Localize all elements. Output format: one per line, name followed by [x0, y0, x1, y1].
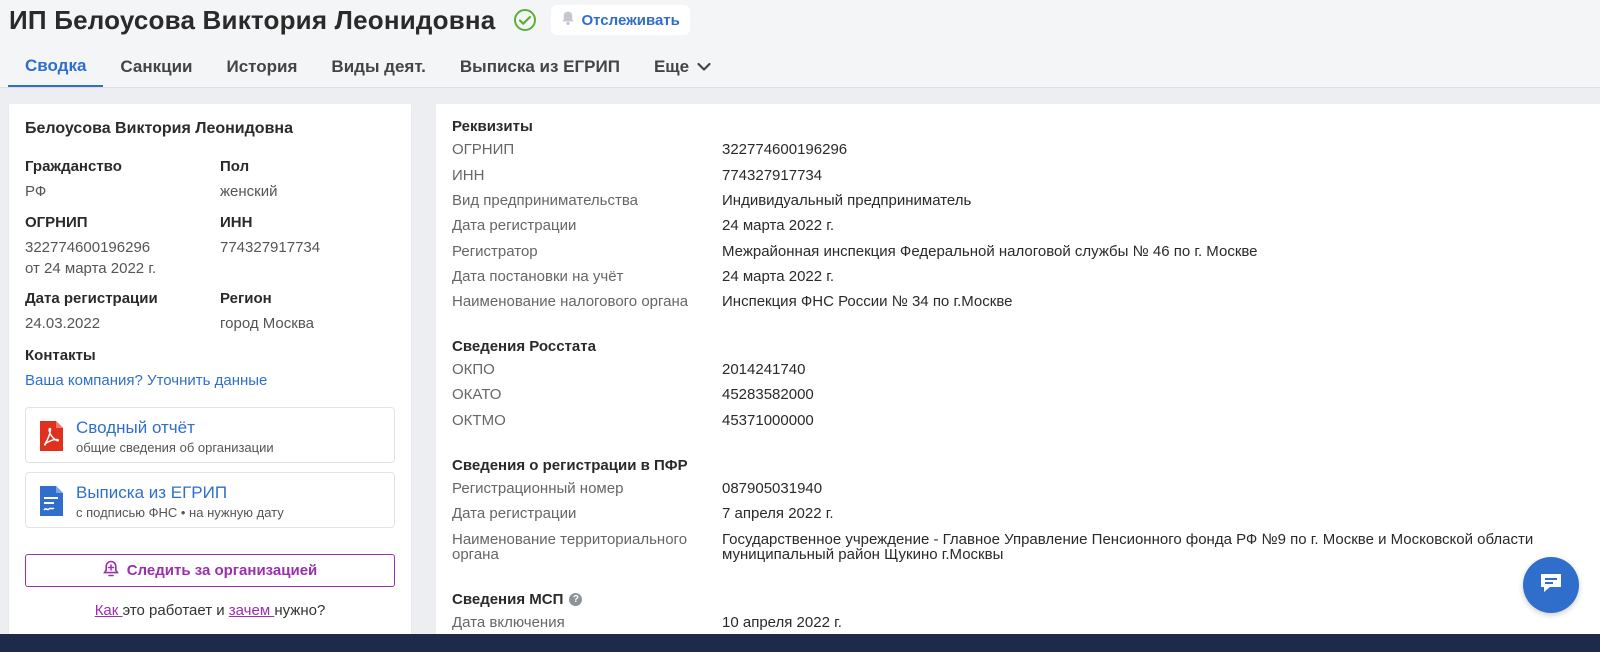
- person-name: Белоусова Виктория Леонидовна: [25, 120, 293, 137]
- requisite-value: Межрайонная инспекция Федеральной налого…: [722, 243, 1258, 260]
- pfr-value: 087905031940: [722, 480, 823, 497]
- ogrnip-date: от 24 марта 2022 г.: [25, 260, 157, 277]
- summary-report-title: Сводный отчёт: [76, 418, 195, 437]
- tab-bar: Сводка Санкции История Виды деят. Выписк…: [8, 46, 728, 87]
- tab-sanctions[interactable]: Санкции: [103, 46, 209, 87]
- page-title: ИП Белоусова Виктория Леонидовна: [9, 4, 496, 35]
- verified-check-icon: [513, 8, 537, 32]
- sex-value: женский: [220, 183, 278, 200]
- why-link[interactable]: зачем: [229, 602, 275, 619]
- requisite-key: Регистратор: [452, 243, 538, 260]
- ogrnip-value: 322774600196296: [25, 239, 151, 256]
- rosstat-value: 45371000000: [722, 412, 814, 429]
- requisite-value: 322774600196296: [722, 141, 848, 158]
- how-link[interactable]: Как: [95, 602, 123, 619]
- how-text: это работает и: [122, 602, 229, 619]
- chat-icon: [1538, 571, 1564, 600]
- clarify-data-link[interactable]: Ваша компания? Уточнить данные: [25, 372, 267, 389]
- requisite-key: Вид предпринимательства: [452, 192, 638, 209]
- reg-date-label: Дата регистрации: [25, 290, 158, 307]
- region-value: город Москва: [220, 315, 314, 332]
- follow-organization-button[interactable]: Следить за организацией: [25, 554, 395, 587]
- page-header: ИП Белоусова Виктория Леонидовна Отслежи…: [0, 0, 1600, 88]
- document-icon: [38, 485, 64, 522]
- tab-more-label: Еще: [653, 56, 690, 76]
- track-button[interactable]: Отслеживать: [551, 5, 690, 35]
- pfr-key: Регистрационный номер: [452, 480, 624, 497]
- requisite-key: Дата постановки на учёт: [452, 268, 624, 285]
- requisite-key: Наименование налогового органа: [452, 293, 689, 310]
- requisite-value: 24 марта 2022 г.: [722, 268, 835, 285]
- bell-plus-icon: [102, 560, 119, 582]
- person-card: Белоусова Виктория Леонидовна Гражданств…: [9, 104, 411, 652]
- bottom-bar: [0, 634, 1600, 652]
- requisite-value: 24 марта 2022 г.: [722, 217, 835, 234]
- pfr-org-value-cont: муниципальный район Щукино г.Москвы: [722, 546, 1004, 563]
- msp-key: Дата включения: [452, 614, 565, 631]
- rosstat-key: ОКТМО: [452, 412, 506, 429]
- chat-button[interactable]: [1523, 557, 1579, 613]
- egrip-extract-subtitle: с подписью ФНС • на нужную дату: [76, 505, 284, 520]
- msp-value: 10 апреля 2022 г.: [722, 614, 842, 631]
- msp-title: Сведения МСП: [452, 591, 564, 608]
- rosstat-title: Сведения Росстата: [452, 338, 596, 355]
- pdf-file-icon: [38, 420, 64, 457]
- bell-icon: [561, 10, 575, 30]
- summary-report-subtitle: общие сведения об организации: [76, 440, 274, 455]
- citizenship-label: Гражданство: [25, 158, 122, 175]
- track-label: Отслеживать: [581, 11, 680, 29]
- chevron-down-icon: [697, 57, 711, 77]
- rosstat-value: 45283582000: [722, 386, 814, 403]
- summary-report-card[interactable]: Сводный отчёт общие сведения об организа…: [25, 407, 395, 463]
- rosstat-key: ОКАТО: [452, 386, 502, 403]
- inn-label: ИНН: [220, 214, 253, 231]
- egrip-extract-card[interactable]: Выписка из ЕГРИП с подписью ФНС • на нуж…: [25, 472, 395, 528]
- pfr-title: Сведения о регистрации в ПФР: [452, 457, 688, 474]
- pfr-key: Дата регистрации: [452, 505, 577, 522]
- requisite-key: ОГРНИП: [452, 141, 515, 158]
- region-label: Регион: [220, 290, 272, 307]
- how-it-works-row: Как это работает и зачем нужно?: [9, 602, 411, 619]
- inn-value: 774327917734: [220, 239, 321, 256]
- title-row: ИП Белоусова Виктория Леонидовна Отслежи…: [9, 0, 690, 40]
- citizenship-value: РФ: [25, 183, 47, 200]
- tab-summary[interactable]: Сводка: [8, 46, 104, 87]
- tab-egrip-extract[interactable]: Выписка из ЕГРИП: [443, 46, 637, 87]
- tab-history[interactable]: История: [210, 46, 315, 87]
- follow-label: Следить за организацией: [126, 562, 318, 579]
- details-panel: Реквизиты ОГРНИП 322774600196296 ИНН 774…: [436, 104, 1600, 652]
- sex-label: Пол: [220, 158, 250, 175]
- pfr-value: 7 апреля 2022 г.: [722, 505, 834, 522]
- requisites-title: Реквизиты: [452, 118, 533, 135]
- pfr-org-key-cont: органа: [452, 546, 499, 563]
- reg-date-value: 24.03.2022: [25, 315, 101, 332]
- requisite-value: 774327917734: [722, 167, 823, 184]
- tab-more[interactable]: Еще: [637, 46, 728, 87]
- egrip-extract-title: Выписка из ЕГРИП: [76, 483, 228, 502]
- ogrnip-label: ОГРНИП: [25, 214, 88, 231]
- how-text-end: нужно?: [274, 602, 326, 619]
- help-icon[interactable]: ?: [569, 593, 583, 606]
- msp-section-title: Сведения МСП ?: [452, 591, 583, 608]
- rosstat-key: ОКПО: [452, 361, 495, 378]
- requisite-value: Индивидуальный предприниматель: [722, 192, 972, 209]
- tab-activities[interactable]: Виды деят.: [314, 46, 442, 87]
- rosstat-value: 2014241740: [722, 361, 806, 378]
- contacts-label: Контакты: [25, 347, 96, 364]
- requisite-key: Дата регистрации: [452, 217, 577, 234]
- requisite-value: Инспекция ФНС России № 34 по г.Москве: [722, 293, 1013, 310]
- requisite-key: ИНН: [452, 167, 485, 184]
